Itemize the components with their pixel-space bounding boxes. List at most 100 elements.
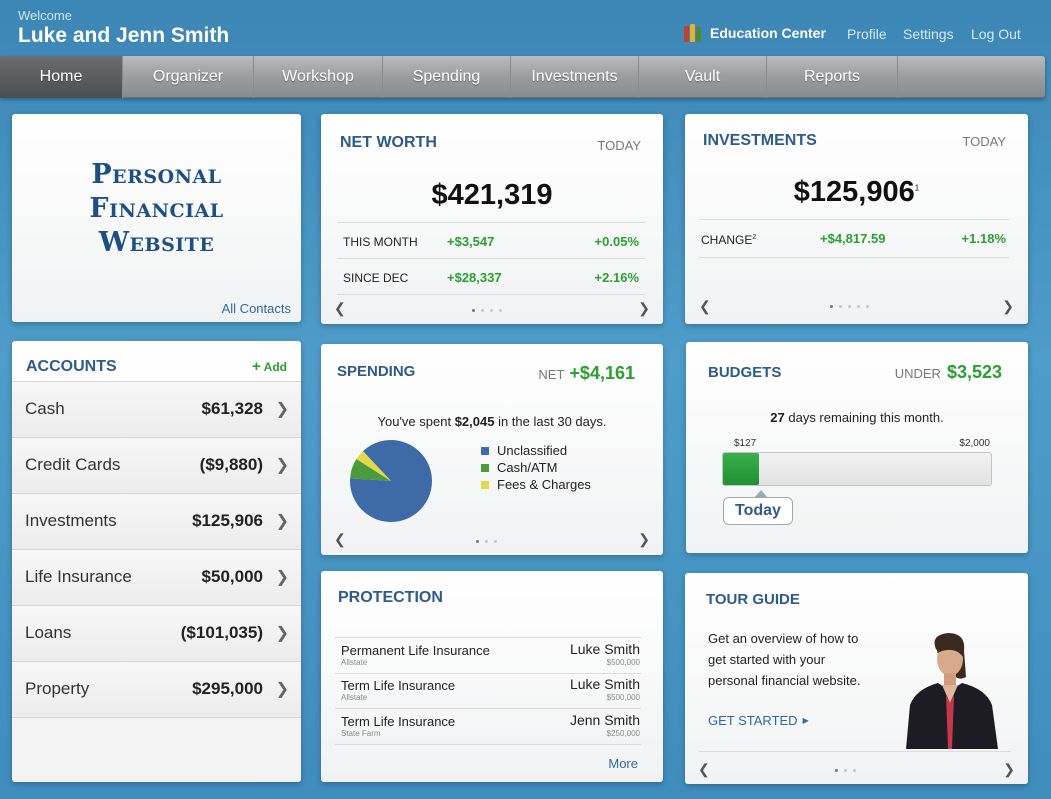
- insured-name: Luke Smith: [569, 676, 640, 692]
- days-number: 27: [770, 410, 785, 425]
- divider: [699, 751, 1011, 752]
- protection-row[interactable]: Term Life Insurance Allstate Luke Smith …: [337, 676, 642, 712]
- add-account-button[interactable]: + Add: [252, 358, 287, 375]
- policy-carrier: Allstate: [341, 693, 368, 702]
- account-name: Cash: [25, 399, 65, 418]
- account-row-investments[interactable]: Investments $125,906 ❯: [12, 493, 301, 549]
- budget-progress-bar: [722, 452, 992, 486]
- legend-swatch: [481, 463, 489, 472]
- plus-icon: +: [252, 358, 261, 375]
- net-worth-card[interactable]: NET WORTH TODAY $421,319 THIS MONTH +$3,…: [321, 114, 663, 324]
- divider: [335, 708, 641, 709]
- accounts-footer: [12, 717, 301, 782]
- tour-line: Get an overview of how to: [708, 631, 859, 646]
- net-worth-value: $421,319: [431, 179, 553, 211]
- change-pct: +1.18%: [961, 231, 1006, 246]
- change-label: CHANGE: [701, 233, 753, 247]
- account-row-loans[interactable]: Loans ($101,035) ❯: [12, 605, 301, 661]
- settings-link[interactable]: Settings: [903, 26, 954, 42]
- summary-amount: $2,045: [454, 414, 495, 429]
- change-footnote: 2: [752, 234, 757, 241]
- policy-name: Permanent Life Insurance: [341, 643, 490, 658]
- legend-swatch: [481, 446, 489, 455]
- policy-name: Term Life Insurance: [341, 678, 456, 693]
- next-arrow-icon[interactable]: ❯: [1002, 298, 1014, 315]
- budgets-under: UNDER $3,523: [895, 362, 1002, 383]
- this-month-label: THIS MONTH: [343, 235, 418, 249]
- pager-dots: [476, 540, 497, 543]
- divider: [337, 258, 645, 259]
- divider: [337, 294, 645, 295]
- welcome-text: Welcome: [18, 8, 72, 23]
- summary-post: in the last 30 days.: [494, 414, 607, 429]
- protection-title: PROTECTION: [338, 589, 443, 606]
- divider: [337, 222, 645, 223]
- chevron-right-icon: ❯: [275, 681, 289, 698]
- today-pointer-icon: [754, 490, 768, 498]
- since-dec-pct: +2.16%: [594, 270, 639, 285]
- account-value: ($9,880): [199, 455, 263, 474]
- chevron-right-icon: ❯: [275, 457, 289, 474]
- investments-value: $125,906: [793, 176, 915, 208]
- spending-net: NET +$4,161: [538, 363, 635, 384]
- logout-link[interactable]: Log Out: [971, 26, 1021, 42]
- legend-item: Fees & Charges: [481, 477, 591, 492]
- main-nav: Home Organizer Workshop Spending Investm…: [0, 56, 1045, 98]
- protection-card[interactable]: PROTECTION Permanent Life Insurance Alls…: [321, 571, 663, 782]
- tab-home[interactable]: Home: [0, 56, 123, 98]
- divider: [335, 673, 641, 674]
- get-started-link[interactable]: GET STARTED ▶: [708, 713, 809, 728]
- education-center-link[interactable]: Education Center: [684, 24, 826, 42]
- divider: [699, 219, 1009, 220]
- budget-progress-fill: [723, 453, 760, 485]
- net-label: NET: [538, 367, 565, 382]
- policy-carrier: State Farm: [341, 729, 381, 738]
- today-marker: Today: [723, 497, 793, 525]
- tab-spending[interactable]: Spending: [383, 56, 511, 98]
- divider: [699, 257, 1009, 258]
- profile-link[interactable]: Profile: [847, 26, 887, 42]
- pager-dots: [835, 769, 856, 772]
- prev-arrow-icon[interactable]: ❮: [699, 298, 711, 315]
- account-row-credit-cards[interactable]: Credit Cards ($9,880) ❯: [12, 437, 301, 493]
- days-text: days remaining this month.: [784, 410, 944, 425]
- spending-card[interactable]: SPENDING NET +$4,161 You've spent $2,045…: [321, 344, 663, 555]
- budgets-card[interactable]: BUDGETS UNDER $3,523 27 days remaining t…: [686, 342, 1028, 553]
- education-center-label: Education Center: [710, 25, 826, 41]
- protection-row[interactable]: Permanent Life Insurance Allstate Luke S…: [337, 641, 642, 676]
- site-logo: Personal Financial Website: [12, 158, 301, 260]
- books-icon: [684, 24, 704, 42]
- net-worth-title: NET WORTH: [340, 134, 437, 151]
- investments-period: TODAY: [962, 134, 1006, 149]
- tab-investments[interactable]: Investments: [511, 56, 639, 98]
- protection-row[interactable]: Term Life Insurance State Farm Jenn Smit…: [337, 712, 642, 747]
- account-row-life-insurance[interactable]: Life Insurance $50,000 ❯: [12, 549, 301, 605]
- next-arrow-icon[interactable]: ❯: [1003, 761, 1015, 778]
- legend-swatch: [481, 480, 489, 489]
- divider: [335, 637, 641, 638]
- more-link[interactable]: More: [608, 756, 638, 771]
- investments-title: INVESTMENTS: [703, 132, 817, 149]
- tab-reports[interactable]: Reports: [767, 56, 898, 98]
- tour-guide-card[interactable]: TOUR GUIDE Get an overview of how to get…: [685, 573, 1028, 784]
- user-name: Luke and Jenn Smith: [18, 24, 230, 47]
- tab-vault[interactable]: Vault: [639, 56, 767, 98]
- account-name: Credit Cards: [25, 455, 121, 474]
- next-arrow-icon[interactable]: ❯: [638, 300, 650, 317]
- prev-arrow-icon[interactable]: ❮: [334, 531, 346, 548]
- next-arrow-icon[interactable]: ❯: [638, 531, 650, 548]
- investments-footnote: 1: [914, 183, 920, 193]
- policy-name: Term Life Insurance: [341, 714, 456, 729]
- account-row-property[interactable]: Property $295,000 ❯: [12, 661, 301, 717]
- logo-line-2: Financial: [89, 193, 224, 224]
- tab-organizer[interactable]: Organizer: [123, 56, 254, 98]
- prev-arrow-icon[interactable]: ❮: [698, 761, 710, 778]
- account-row-cash[interactable]: Cash $61,328 ❯: [12, 381, 301, 437]
- this-month-pct: +0.05%: [594, 234, 639, 249]
- prev-arrow-icon[interactable]: ❮: [334, 300, 346, 317]
- add-label: Add: [263, 360, 287, 374]
- investments-card[interactable]: INVESTMENTS TODAY $125,9061 CHANGE2 +$4,…: [685, 114, 1028, 324]
- legend-item: Unclassified: [481, 443, 591, 458]
- tab-workshop[interactable]: Workshop: [254, 56, 383, 98]
- all-contacts-link[interactable]: All Contacts: [222, 301, 291, 316]
